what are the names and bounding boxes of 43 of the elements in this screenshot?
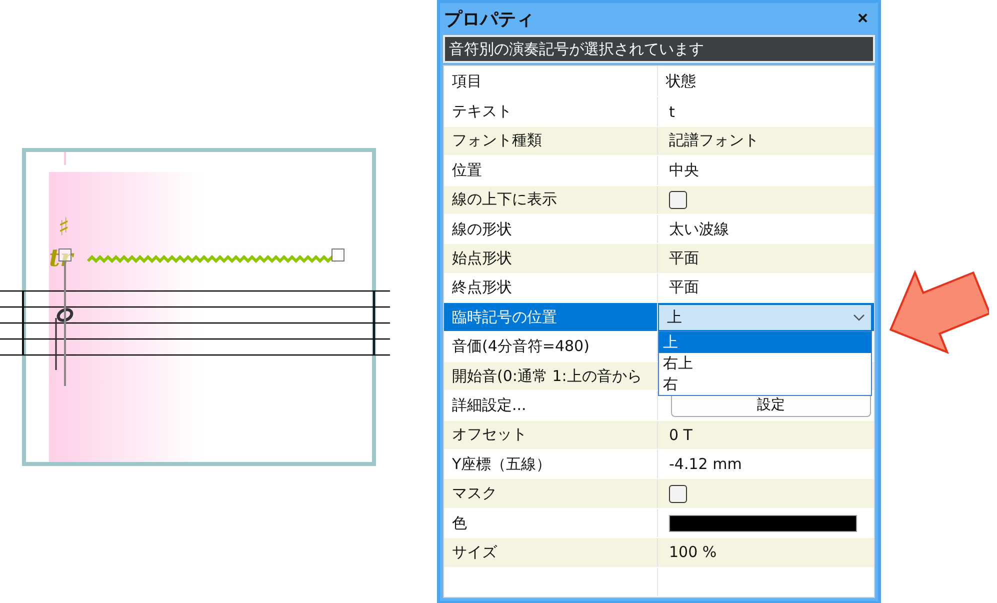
property-row[interactable]: サイズ 100 % <box>444 538 874 568</box>
property-row[interactable]: 線の形状 太い波線 <box>444 214 874 244</box>
property-label: 詳細設定... <box>452 396 526 415</box>
property-value: 100 % <box>669 543 717 562</box>
property-label: 始点形状 <box>452 249 512 268</box>
property-value: 太い波線 <box>669 220 729 239</box>
property-label: 臨時記号の位置 <box>452 308 557 327</box>
property-label: フォント種類 <box>452 131 542 150</box>
property-row[interactable]: マスク <box>444 479 874 509</box>
dropdown-option[interactable]: 上 <box>659 332 871 354</box>
property-label: 開始音(0:通常 1:上の音から <box>452 366 642 386</box>
color-swatch[interactable] <box>669 514 857 532</box>
property-value: -4.12 mm <box>669 455 742 474</box>
property-value: 記譜フォント <box>669 131 759 150</box>
panel-title: プロパティ <box>444 8 534 31</box>
property-value: 0 T <box>669 426 692 444</box>
column-header: 項目 <box>444 66 658 96</box>
checkbox[interactable] <box>669 190 687 209</box>
checkbox[interactable] <box>669 484 687 503</box>
property-label: 音価(4分音符=480) <box>452 337 590 356</box>
property-value: 平面 <box>669 249 699 268</box>
property-label: Y座標（五線） <box>452 454 552 474</box>
property-row[interactable]: 線の上下に表示 <box>444 186 874 215</box>
property-value: 平面 <box>669 278 699 298</box>
status-message: 音符別の演奏記号が選択されています <box>443 34 875 64</box>
property-row[interactable]: フォント種類 記譜フォント <box>444 126 874 156</box>
property-label: 線の上下に表示 <box>452 190 557 210</box>
property-label: テキスト <box>452 102 512 122</box>
property-label: 線の形状 <box>452 220 512 239</box>
property-row[interactable]: オフセット 0 T <box>444 420 874 450</box>
property-label: 終点形状 <box>452 278 512 298</box>
property-label: マスク <box>452 484 497 504</box>
property-row[interactable]: 始点形状 平面 <box>444 244 874 274</box>
close-button[interactable]: × <box>853 8 872 30</box>
property-label: 色 <box>452 514 467 533</box>
property-row[interactable]: Y座標（五線） -4.12 mm <box>444 450 874 480</box>
chevron-icon <box>853 314 865 322</box>
property-value: t <box>669 102 675 121</box>
property-label: オフセット <box>452 425 527 444</box>
property-label: サイズ <box>452 542 497 562</box>
column-header: 状態 <box>664 70 697 92</box>
property-value: 中央 <box>669 160 699 180</box>
property-label: 位置 <box>452 160 482 180</box>
